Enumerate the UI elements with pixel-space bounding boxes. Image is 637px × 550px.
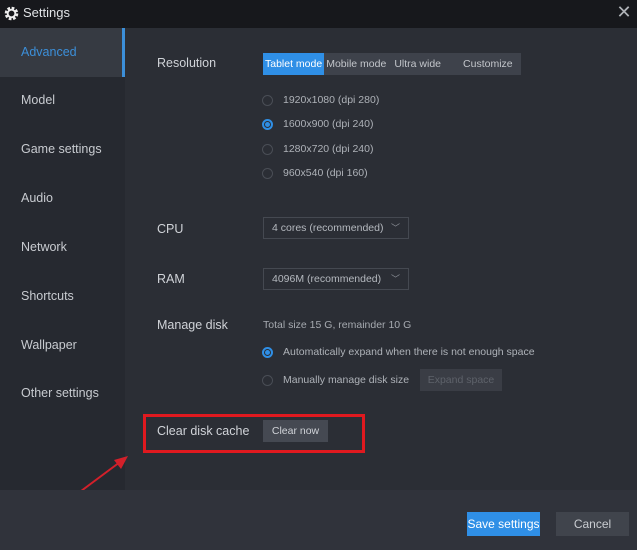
radio-button[interactable] <box>262 374 273 386</box>
sidebar-item-shortcuts[interactable]: Shortcuts <box>0 272 125 321</box>
expand-space-button[interactable]: Expand space <box>420 369 502 391</box>
sidebar-item-model[interactable]: Model <box>0 76 125 125</box>
ram-value: 4096M (recommended) <box>272 273 382 285</box>
highlight-box <box>143 414 365 453</box>
tab-ultra-wide[interactable]: Ultra wide <box>388 53 455 75</box>
resolution-option-1600[interactable]: 1600x900 (dpi 240) <box>262 118 374 130</box>
sidebar-item-wallpaper[interactable]: Wallpaper <box>0 321 125 370</box>
sidebar-item-audio[interactable]: Audio <box>0 174 125 223</box>
sidebar-item-game-settings[interactable]: Game settings <box>0 125 125 174</box>
disk-manual-option[interactable]: Manually manage disk size <box>262 374 409 386</box>
chevron-down-icon: ﹀ <box>390 223 400 233</box>
window-title: Settings <box>23 5 70 20</box>
gear-icon <box>4 6 19 21</box>
sidebar: Advanced Model Game settings Audio Netwo… <box>0 28 125 490</box>
ram-select[interactable]: 4096M (recommended) ﹀ <box>263 268 409 290</box>
cpu-label: CPU <box>157 222 184 236</box>
disk-info: Total size 15 G, remainder 10 G <box>263 319 412 331</box>
cancel-button[interactable]: Cancel <box>556 512 629 536</box>
tab-mobile-mode[interactable]: Mobile mode <box>324 53 388 75</box>
title-bar: Settings ✕ <box>0 0 637 28</box>
sidebar-item-advanced[interactable]: Advanced <box>0 28 125 77</box>
resolution-mode-tabs: Tablet mode Mobile mode Ultra wide Custo… <box>263 53 521 75</box>
radio-button[interactable] <box>262 143 273 155</box>
close-icon[interactable]: ✕ <box>614 2 634 22</box>
tab-customize[interactable]: Customize <box>455 53 521 75</box>
save-settings-button[interactable]: Save settings <box>467 512 540 536</box>
resolution-option-1280[interactable]: 1280x720 (dpi 240) <box>262 143 374 155</box>
chevron-down-icon: ﹀ <box>390 274 400 284</box>
cpu-select[interactable]: 4 cores (recommended) ﹀ <box>263 217 409 239</box>
cpu-value: 4 cores (recommended) <box>272 222 384 234</box>
resolution-option-1920[interactable]: 1920x1080 (dpi 280) <box>262 94 379 106</box>
radio-button[interactable] <box>262 167 273 179</box>
radio-button-selected[interactable] <box>262 118 273 130</box>
disk-auto-expand-option[interactable]: Automatically expand when there is not e… <box>262 346 535 358</box>
radio-button-selected[interactable] <box>262 346 273 358</box>
tab-tablet-mode[interactable]: Tablet mode <box>263 53 325 75</box>
resolution-option-960[interactable]: 960x540 (dpi 160) <box>262 167 368 179</box>
footer <box>0 490 637 550</box>
radio-button[interactable] <box>262 94 273 106</box>
resolution-label: Resolution <box>157 56 217 70</box>
ram-label: RAM <box>157 272 185 286</box>
sidebar-item-other-settings[interactable]: Other settings <box>0 369 125 418</box>
manage-disk-label: Manage disk <box>157 318 228 332</box>
sidebar-item-network[interactable]: Network <box>0 223 125 272</box>
